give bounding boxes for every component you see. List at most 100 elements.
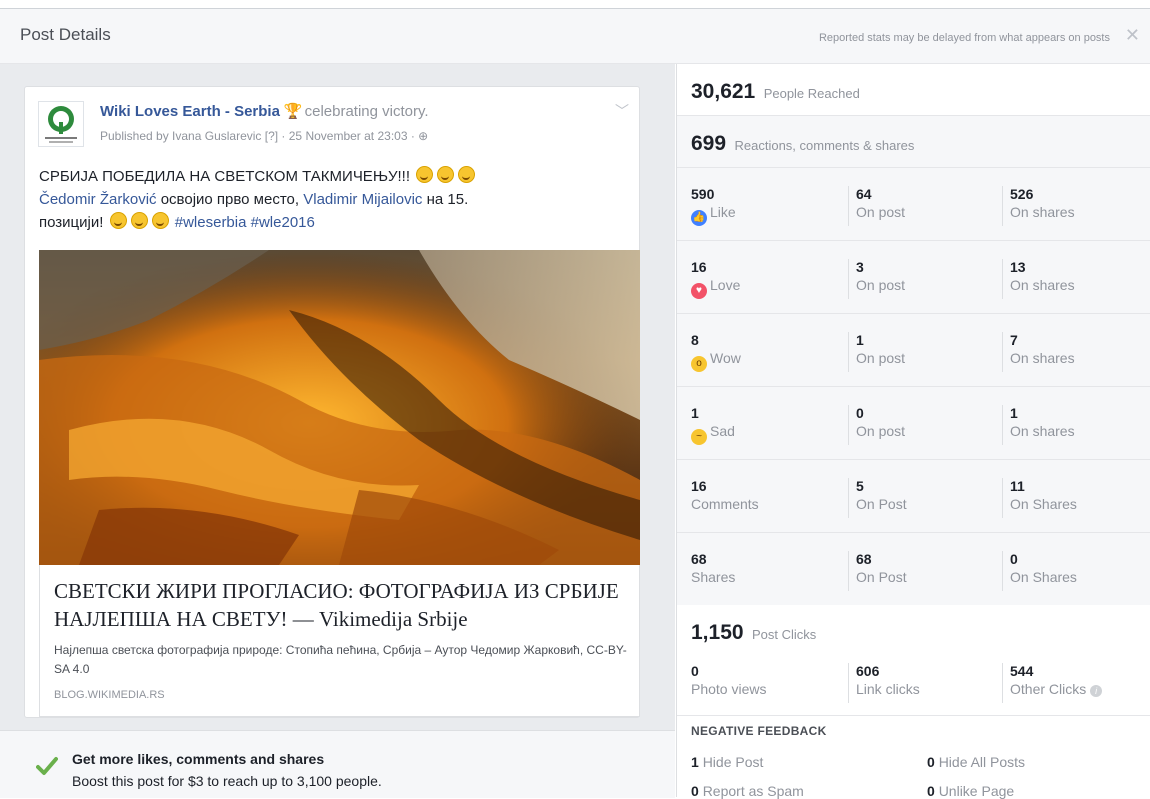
stats-row-love: 16 ♥ Love 3 On post 13 On shares (677, 241, 1150, 314)
on-shares-label: On shares (1010, 277, 1075, 293)
wow-icon: o (691, 356, 707, 372)
on-post-label: On post (856, 350, 906, 366)
globe-icon: ⊕ (418, 129, 429, 143)
sad-total: 1 (691, 405, 699, 421)
reach-section: 30,621 People Reached (677, 64, 1150, 116)
post-text: СРБИЈА ПОБЕДИЛА НА СВЕТСКОМ ТАКМИЧЕЊУ!!!… (39, 165, 629, 234)
like-total: 590 (691, 186, 715, 202)
on-shares-label: On shares (1010, 204, 1075, 220)
wow-label: Wow (710, 350, 741, 366)
negative-feedback-section: NEGATIVE FEEDBACK 1 Hide Post 0 Hide All… (677, 716, 1150, 799)
link-clicks-label: Link clicks (856, 681, 920, 697)
love-on-shares: 13 (1010, 259, 1026, 275)
link-title[interactable]: СВЕТСКИ ЖИРИ ПРОГЛАСИО: ФОТОГРАФИЈА ИЗ С… (54, 577, 629, 633)
link-domain: BLOG.WIKIMEDIA.RS (54, 689, 165, 701)
on-shares-label: On shares (1010, 350, 1075, 366)
top-border (0, 0, 1150, 9)
activity-text: celebrating victory. (304, 103, 429, 120)
trophy-icon: 🏆 (283, 103, 303, 120)
mention-link[interactable]: Čedomir Žarković (39, 191, 157, 208)
post-clicks-value: 1,150 (691, 621, 744, 644)
boost-title: Get more likes, comments and shares (72, 751, 325, 767)
boost-banner[interactable]: Get more likes, comments and shares Boos… (0, 730, 675, 798)
post-clicks-section: 1,150 Post Clicks 0 Photo views 606 Link c… (677, 605, 1150, 716)
love-on-post: 3 (856, 259, 864, 275)
boost-description: Boost this post for $3 to reach up to 3,… (72, 773, 382, 789)
love-total: 16 (691, 259, 707, 275)
on-post-label: On post (856, 204, 906, 220)
engagement-value: 699 (691, 132, 727, 155)
page-name-line: Wiki Loves Earth - Serbia 🏆 celebrating vi… (100, 102, 429, 120)
close-icon[interactable]: ✕ (1125, 25, 1140, 46)
shares-label: Shares (691, 569, 736, 585)
shares-on-shares: 0 (1010, 551, 1018, 567)
wow-on-post: 1 (856, 332, 864, 348)
post-preview-pane: Wiki Loves Earth - Serbia 🏆 celebrating vi… (0, 64, 675, 798)
sad-label: Sad (710, 423, 735, 439)
chevron-down-icon[interactable]: ﹀ (615, 101, 629, 121)
stats-row-comments: 16 Comments 5 On Post 11 On Shares (677, 460, 1150, 533)
post-text-line2: освојио прво место, (160, 191, 300, 208)
photo-views-label: Photo views (691, 681, 767, 697)
comments-total: 16 (691, 478, 707, 494)
on-post-label: On Post (856, 496, 907, 512)
smile-emoji-icon (437, 166, 455, 183)
stats-pane: 30,621 People Reached 699 Reactions, com… (676, 64, 1150, 799)
page-avatar[interactable] (38, 101, 84, 147)
on-post-label: On post (856, 423, 906, 439)
published-line: Published by Ivana Guslarevic [?] · 25 N… (100, 129, 428, 143)
post-clicks-label: Post Clicks (752, 627, 817, 642)
dialog-header: Post Details Reported stats may be delay… (0, 9, 1150, 64)
smile-emoji-icon (458, 166, 476, 183)
sad-on-shares: 1 (1010, 405, 1018, 421)
post-text-line1: СРБИЈА ПОБЕДИЛА НА СВЕТСКОМ ТАКМИЧЕЊУ!!! (39, 168, 411, 185)
on-shares-label: On Shares (1010, 569, 1077, 585)
stats-row-wow: 8 o Wow 1 On post 7 On shares (677, 314, 1150, 387)
dialog-title: Post Details (20, 25, 111, 44)
post-photo[interactable] (39, 250, 640, 565)
post-card: Wiki Loves Earth - Serbia 🏆 celebrating vi… (24, 86, 640, 718)
comments-on-post: 5 (856, 478, 864, 494)
like-label: Like (710, 204, 736, 220)
stats-row-sad: 1 ~ Sad 0 On post 1 On shares (677, 387, 1150, 460)
hashtag-links[interactable]: #wleserbia #wle2016 (175, 214, 315, 231)
hide-post-value: 1 (691, 754, 699, 770)
post-text-line3: позицији! (39, 214, 104, 231)
hide-all-label: Hide All Posts (938, 754, 1026, 770)
link-clicks-value: 606 (856, 663, 880, 679)
on-shares-label: On shares (1010, 423, 1075, 439)
wow-total: 8 (691, 332, 699, 348)
hide-post-stat: 1 Hide Post (691, 754, 763, 770)
reach-value: 30,621 (691, 80, 756, 103)
other-clicks-value: 544 (1010, 663, 1034, 679)
sad-on-post: 0 (856, 405, 864, 421)
checkmark-icon (36, 757, 58, 775)
hide-post-label: Hide Post (702, 754, 764, 770)
wow-on-shares: 7 (1010, 332, 1018, 348)
like-on-post: 64 (856, 186, 872, 202)
link-preview[interactable]: СВЕТСКИ ЖИРИ ПРОГЛАСИО: ФОТОГРАФИЈА ИЗ С… (39, 565, 640, 717)
mention-link[interactable]: Vladimir Mijailovic (303, 191, 422, 208)
comments-label: Comments (691, 496, 759, 512)
stats-row-shares: 68 Shares 68 On Post 0 On Shares (677, 533, 1150, 606)
smile-emoji-icon (151, 212, 169, 229)
smile-emoji-icon (109, 212, 127, 229)
love-icon: ♥ (691, 283, 707, 299)
on-shares-label: On Shares (1010, 496, 1077, 512)
page-name-link[interactable]: Wiki Loves Earth - Serbia (100, 103, 280, 120)
like-on-shares: 526 (1010, 186, 1034, 202)
engagement-section: 699 Reactions, comments & shares (677, 116, 1150, 168)
engagement-label: Reactions, comments & shares (734, 138, 915, 153)
love-label: Love (710, 277, 741, 293)
on-post-label: On Post (856, 569, 907, 585)
other-clicks-label: Other Clicks (1010, 681, 1087, 697)
hide-all-value: 0 (927, 754, 935, 770)
shares-total: 68 (691, 551, 707, 567)
comments-on-shares: 11 (1010, 478, 1025, 494)
reaction-breakdown: 590 👍 Like 64 On post 526 On shares 16 ♥ Love … (677, 168, 1150, 606)
sad-icon: ~ (691, 429, 707, 445)
reach-label: People Reached (763, 86, 860, 101)
info-icon[interactable]: i (1090, 685, 1103, 697)
stats-row-like: 590 👍 Like 64 On post 526 On shares (677, 168, 1150, 241)
negative-feedback-title: NEGATIVE FEEDBACK (691, 724, 827, 738)
